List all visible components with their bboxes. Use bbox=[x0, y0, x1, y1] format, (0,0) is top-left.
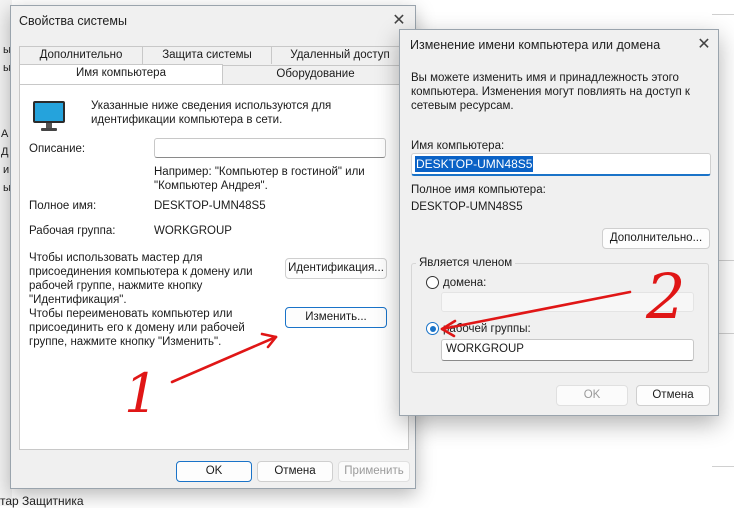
computer-name-input[interactable]: DESKTOP-UMN48S5 bbox=[411, 153, 711, 176]
computer-name-selection: DESKTOP-UMN48S5 bbox=[415, 156, 534, 172]
domain-label: домена: bbox=[443, 277, 487, 289]
apply-button[interactable]: Применить bbox=[338, 461, 410, 482]
title-bar: Изменение имени компьютера или домена ✕ bbox=[400, 30, 718, 60]
rename-text: Чтобы переименовать компьютер или присое… bbox=[29, 308, 245, 348]
workgroup-value: WORKGROUP bbox=[154, 225, 232, 237]
fullname-label: Полное имя компьютера: bbox=[411, 184, 546, 196]
wizard-text: Чтобы использовать мастер для присоедине… bbox=[29, 252, 253, 306]
background-fragment: Д bbox=[1, 146, 9, 158]
workgroup-label: рабочей группы: bbox=[443, 323, 531, 335]
example-text: Например: "Компьютер в гостиной" или "Ко… bbox=[154, 166, 365, 192]
dialog-title: Изменение имени компьютера или домена bbox=[410, 38, 661, 52]
identification-button[interactable]: Идентификация... bbox=[285, 258, 387, 279]
tab-advanced[interactable]: Дополнительно bbox=[19, 46, 143, 64]
change-button[interactable]: Изменить... bbox=[285, 307, 387, 328]
dialog-title: Свойства системы bbox=[19, 14, 127, 28]
fullname-label: Полное имя: bbox=[29, 200, 97, 212]
tab-computer-name[interactable]: Имя компьютера bbox=[19, 64, 223, 84]
cancel-button[interactable]: Отмена bbox=[636, 385, 710, 406]
system-properties-dialog: Свойства системы ✕ Дополнительно Защита … bbox=[10, 5, 416, 489]
computer-monitor-icon bbox=[33, 101, 65, 131]
domain-input[interactable] bbox=[441, 292, 694, 312]
more-button[interactable]: Дополнительно... bbox=[602, 228, 710, 249]
tab-system-protection[interactable]: Защита системы bbox=[142, 46, 272, 64]
intro-text: Указанные ниже сведения используются для… bbox=[91, 100, 332, 126]
workgroup-label: Рабочая группа: bbox=[29, 225, 116, 237]
description-label: Описание: bbox=[29, 143, 86, 155]
fullname-value: DESKTOP-UMN48S5 bbox=[154, 200, 266, 212]
workgroup-radio[interactable] bbox=[426, 322, 439, 335]
domain-radio[interactable] bbox=[426, 276, 439, 289]
close-icon[interactable]: ✕ bbox=[389, 12, 409, 30]
fullname-value: DESKTOP-UMN48S5 bbox=[411, 201, 523, 213]
workgroup-input[interactable]: WORKGROUP bbox=[441, 339, 694, 361]
title-bar: Свойства системы ✕ bbox=[11, 6, 415, 36]
tab-remote[interactable]: Удаленный доступ bbox=[271, 46, 409, 64]
cancel-button[interactable]: Отмена bbox=[257, 461, 333, 482]
tab-hardware[interactable]: Оборудование bbox=[222, 65, 409, 83]
computer-name-panel: Указанные ниже сведения используются для… bbox=[19, 84, 409, 450]
ok-button[interactable]: OK bbox=[556, 385, 628, 406]
close-icon[interactable]: ✕ bbox=[694, 36, 714, 54]
background-fragment: и bbox=[3, 164, 10, 176]
rename-computer-dialog: Изменение имени компьютера или домена ✕ … bbox=[399, 29, 719, 416]
computer-name-label: Имя компьютера: bbox=[411, 140, 505, 152]
ok-button[interactable]: OK bbox=[176, 461, 252, 482]
member-of-legend: Является членом bbox=[416, 257, 516, 269]
description-input[interactable] bbox=[154, 138, 386, 158]
intro-text: Вы можете изменить имя и принадлежность … bbox=[411, 72, 690, 112]
background-fragment: А bbox=[1, 128, 9, 140]
